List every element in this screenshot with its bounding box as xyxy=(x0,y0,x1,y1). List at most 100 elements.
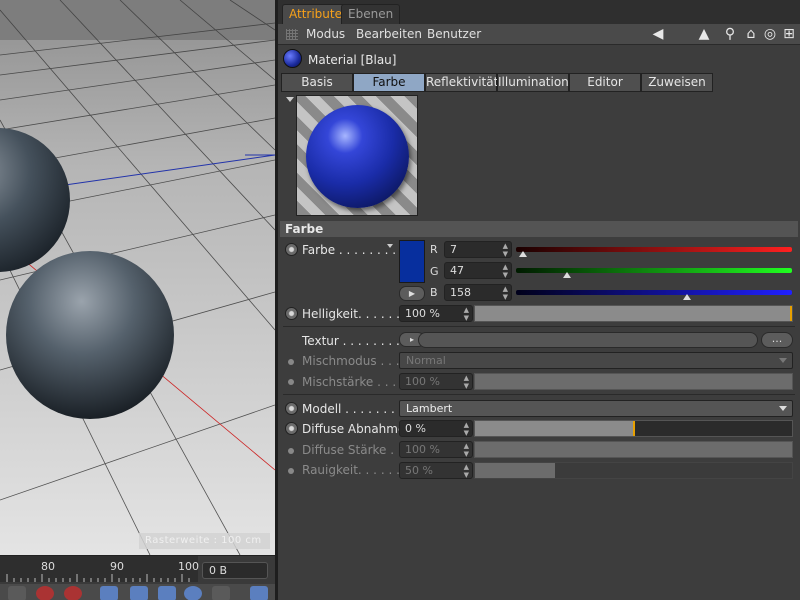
film-icon[interactable] xyxy=(250,586,268,600)
brightness-field[interactable]: 100 % ▲ ▼ xyxy=(399,305,473,322)
diffuse-strength-field[interactable]: 100 % ▲ ▼ xyxy=(399,441,473,458)
roughness-value: 50 % xyxy=(405,464,433,477)
material-icon xyxy=(283,49,302,68)
section-header: Farbe xyxy=(280,221,798,237)
diffuse-falloff-field[interactable]: 0 % ▲ ▼ xyxy=(399,420,473,437)
timeline-ruler[interactable]: 80 90 100 xyxy=(0,556,199,582)
animate-radio[interactable] xyxy=(288,379,294,385)
diffuse-strength-value: 100 % xyxy=(405,443,440,456)
model-value: Lambert xyxy=(406,402,453,415)
roughness-slider[interactable] xyxy=(474,462,793,479)
b-value: 158 xyxy=(450,286,471,299)
mixstrength-slider[interactable] xyxy=(474,373,793,390)
material-title: Material [Blau] xyxy=(308,53,397,67)
color-label: Farbe . . . . . . . . xyxy=(302,243,397,257)
tab-reflektivitaet[interactable]: Reflektivität xyxy=(425,73,498,92)
stepper-icon[interactable]: ▲ ▼ xyxy=(464,421,469,437)
viewport-scene xyxy=(0,0,275,555)
brightness-marker xyxy=(790,306,792,321)
animate-radio[interactable] xyxy=(285,243,298,256)
roughness-field[interactable]: 50 % ▲ ▼ xyxy=(399,462,473,479)
param-key-icon[interactable] xyxy=(184,586,202,600)
timeline[interactable]: 80 90 100 0 B xyxy=(0,555,275,600)
g-slider[interactable] xyxy=(516,268,792,273)
search-icon[interactable]: ⚲ xyxy=(722,26,738,42)
animate-radio[interactable] xyxy=(288,448,294,454)
color-mode-button[interactable]: ▶ xyxy=(399,286,425,301)
r-value: 7 xyxy=(450,243,457,256)
stepper-icon[interactable]: ▲ ▼ xyxy=(503,242,508,258)
diffuse-falloff-value: 0 % xyxy=(405,422,426,435)
tab-ebenen[interactable]: Ebenen xyxy=(341,4,401,24)
animate-radio[interactable] xyxy=(285,402,298,415)
b-field[interactable]: 158 ▲ ▼ xyxy=(444,284,512,301)
points-key-icon[interactable] xyxy=(212,586,230,600)
scale-key-icon[interactable] xyxy=(130,586,148,600)
g-label: G xyxy=(430,265,439,278)
texture-field[interactable] xyxy=(418,332,758,348)
mixmode-dropdown[interactable]: Normal xyxy=(399,352,793,369)
brightness-slider[interactable] xyxy=(474,305,793,322)
diffuse-falloff-slider[interactable] xyxy=(474,420,793,437)
target-icon[interactable]: ◎ xyxy=(762,26,778,42)
ruler-marks xyxy=(6,574,190,582)
divider xyxy=(283,394,795,395)
stepper-icon[interactable]: ▲ ▼ xyxy=(464,306,469,322)
keyframe-icon[interactable] xyxy=(8,586,26,600)
texture-label: Textur . . . . . . . . . xyxy=(302,334,408,348)
animate-radio[interactable] xyxy=(285,422,298,435)
3d-viewport[interactable]: Rasterweite : 100 cm xyxy=(0,0,275,555)
r-field[interactable]: 7 ▲ ▼ xyxy=(444,241,512,258)
tab-illumination[interactable]: Illumination xyxy=(497,73,569,92)
color-swatch[interactable] xyxy=(399,240,425,283)
stepper-icon[interactable]: ▲ ▼ xyxy=(503,285,508,301)
diffuse-falloff-label: Diffuse Abnahme xyxy=(302,422,406,436)
menu-benutzer[interactable]: Benutzer xyxy=(427,27,481,41)
brightness-label: Helligkeit. . . . . . . xyxy=(302,307,408,321)
move-key-icon[interactable] xyxy=(100,586,118,600)
model-dropdown[interactable]: Lambert xyxy=(399,400,793,417)
rotate-key-icon[interactable] xyxy=(158,586,176,600)
diffuse-strength-slider[interactable] xyxy=(474,441,793,458)
stepper-icon[interactable]: ▲ ▼ xyxy=(464,374,469,390)
preview-collapse-icon[interactable] xyxy=(286,97,294,102)
material-preview[interactable] xyxy=(296,95,418,216)
stepper-icon[interactable]: ▲ ▼ xyxy=(464,442,469,458)
animate-radio[interactable] xyxy=(285,307,298,320)
texture-browse-button[interactable]: ... xyxy=(761,332,793,348)
mixmode-label: Mischmodus . . . . . xyxy=(302,354,415,368)
animate-radio[interactable] xyxy=(288,468,294,474)
menu-modus[interactable]: Modus xyxy=(306,27,345,41)
menu-bearbeiten[interactable]: Bearbeiten xyxy=(356,27,422,41)
r-slider[interactable] xyxy=(516,247,792,252)
mixstrength-field[interactable]: 100 % ▲ ▼ xyxy=(399,373,473,390)
tab-attribute[interactable]: Attribute xyxy=(282,4,349,24)
mixstrength-label: Mischstärke . . . . xyxy=(302,375,404,389)
r-slider-thumb[interactable] xyxy=(519,251,528,257)
g-value: 47 xyxy=(450,264,464,277)
stepper-icon[interactable]: ▲ ▼ xyxy=(464,463,469,479)
back-arrow-icon[interactable]: ◀ xyxy=(650,26,666,42)
stepper-icon[interactable]: ▲ ▼ xyxy=(503,263,508,279)
brightness-value: 100 % xyxy=(405,307,440,320)
lock-icon[interactable]: ⌂ xyxy=(743,26,759,42)
grip-icon[interactable] xyxy=(286,29,298,40)
tab-basis[interactable]: Basis xyxy=(281,73,353,92)
b-slider[interactable] xyxy=(516,290,792,295)
autokey-icon[interactable] xyxy=(64,586,82,600)
new-manager-icon[interactable]: ⊞ xyxy=(781,26,797,42)
g-field[interactable]: 47 ▲ ▼ xyxy=(444,262,512,279)
color-expand-icon[interactable] xyxy=(387,244,393,248)
b-slider-thumb[interactable] xyxy=(683,294,692,300)
up-arrow-icon[interactable]: ▲ xyxy=(696,26,712,42)
tab-editor[interactable]: Editor xyxy=(569,73,641,92)
g-slider-thumb[interactable] xyxy=(562,272,571,278)
timeline-toolbar xyxy=(0,584,275,600)
animate-radio[interactable] xyxy=(288,359,294,365)
falloff-marker xyxy=(632,421,635,436)
tab-farbe[interactable]: Farbe xyxy=(353,73,425,92)
record-icon[interactable] xyxy=(36,586,54,600)
tab-zuweisen[interactable]: Zuweisen xyxy=(641,73,713,92)
current-frame-field[interactable]: 0 B xyxy=(202,562,268,579)
diffuse-strength-label: Diffuse Stärke . . . xyxy=(302,443,410,457)
